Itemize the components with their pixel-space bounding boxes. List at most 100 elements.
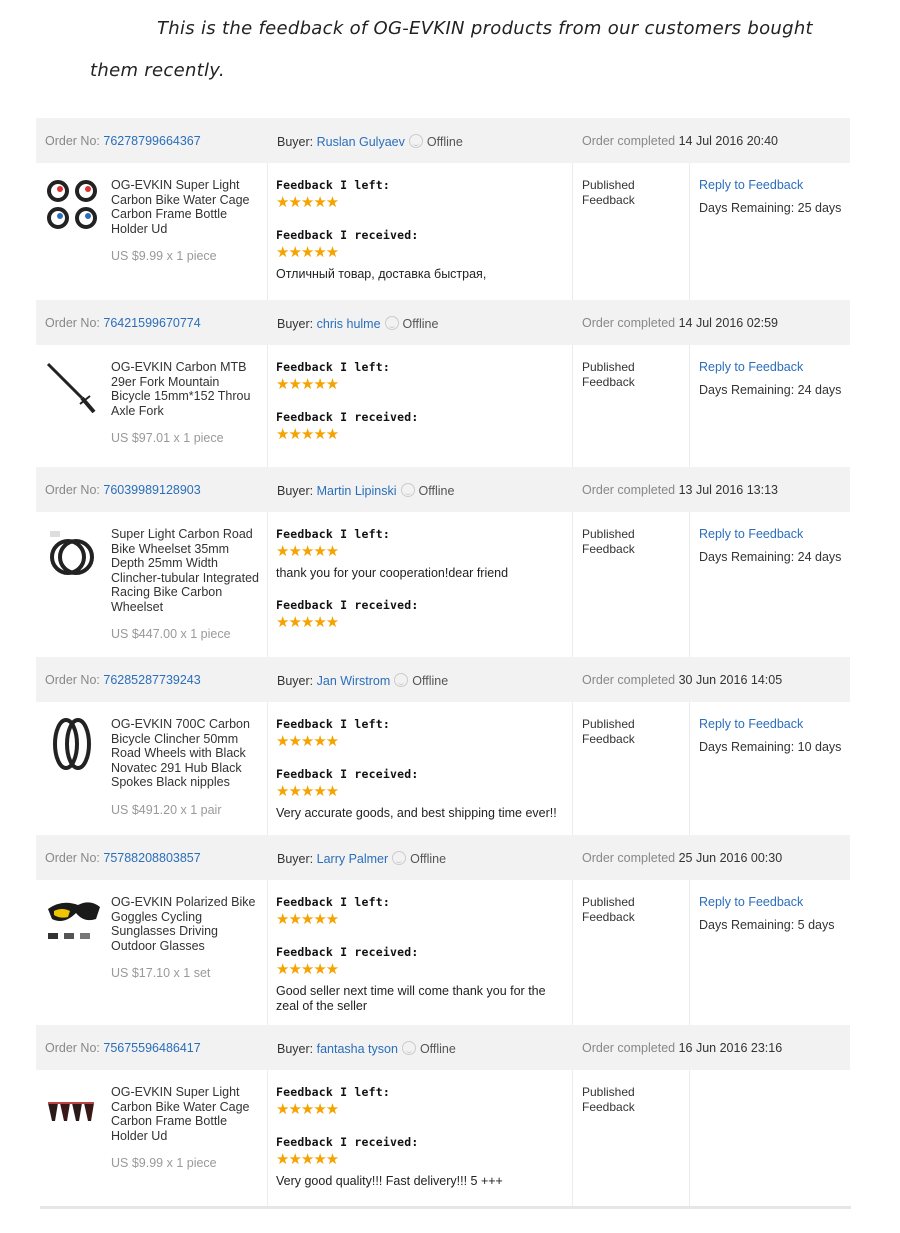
star-rating-received: ★★★★★ bbox=[276, 613, 339, 631]
order-completed: Order completed 16 Jun 2016 23:16 bbox=[582, 1041, 783, 1055]
sunglasses-image[interactable] bbox=[44, 895, 104, 950]
published-status: Published Feedback bbox=[573, 702, 690, 835]
order-body: OG-EVKIN Super Light Carbon Bike Water C… bbox=[36, 1070, 850, 1206]
order-header: Order No: 75788208803857 Buyer: Larry Pa… bbox=[36, 835, 850, 880]
order-number: Order No: 75788208803857 bbox=[45, 851, 201, 865]
star-rating-left: ★★★★★ bbox=[276, 1101, 339, 1118]
order-number: Order No: 76285287739243 bbox=[45, 673, 201, 687]
star-rating-received: ★★★★★ bbox=[276, 1151, 339, 1168]
order-body: OG-EVKIN Super Light Carbon Bike Water C… bbox=[36, 163, 850, 300]
product-price: US $447.00 x 1 piece bbox=[111, 627, 231, 641]
published-status: Published Feedback bbox=[573, 1070, 690, 1206]
feedback-received-label: Feedback I received: bbox=[276, 228, 419, 242]
order-number: Order No: 76421599670774 bbox=[45, 316, 201, 330]
feedback-received-comment: Very good quality!!! Fast delivery!!! 5 … bbox=[276, 1174, 503, 1188]
feedback-left-label: Feedback I left: bbox=[276, 1085, 390, 1099]
feedback-received-label: Feedback I received: bbox=[276, 945, 419, 959]
buyer-name-link[interactable]: fantasha tyson bbox=[317, 1042, 398, 1056]
product-title-link[interactable]: OG-EVKIN Carbon MTB 29er Fork Mountain B… bbox=[111, 360, 259, 418]
published-status: Published Feedback bbox=[573, 880, 690, 1025]
order-number-link[interactable]: 76421599670774 bbox=[103, 316, 200, 330]
feedback-cell: Feedback I left: ★★★★★ Feedback I receiv… bbox=[268, 702, 573, 835]
order-header: Order No: 76278799664367 Buyer: Ruslan G… bbox=[36, 118, 850, 163]
days-remaining: Days Remaining: 5 days bbox=[699, 918, 835, 932]
feedback-left-label: Feedback I left: bbox=[276, 527, 390, 541]
reply-to-feedback-link[interactable]: Reply to Feedback bbox=[699, 895, 850, 909]
order-number-link[interactable]: 75675596486417 bbox=[103, 1041, 200, 1055]
reply-to-feedback-link[interactable]: Reply to Feedback bbox=[699, 717, 850, 731]
star-rating-received: ★★★★★ bbox=[276, 244, 339, 261]
intro-line-2: them recently. bbox=[90, 60, 225, 81]
order-header: Order No: 76039989128903 Buyer: Martin L… bbox=[36, 467, 850, 512]
feedback-cell: Feedback I left: ★★★★★ Feedback I receiv… bbox=[268, 163, 573, 300]
order-completed: Order completed 14 Jul 2016 20:40 bbox=[582, 134, 778, 148]
order-item: Order No: 76285287739243 Buyer: Jan Wirs… bbox=[36, 657, 850, 835]
chat-smiley-icon[interactable] bbox=[401, 1041, 416, 1055]
product-title-link[interactable]: OG-EVKIN Super Light Carbon Bike Water C… bbox=[111, 178, 259, 236]
days-remaining: Days Remaining: 10 days bbox=[699, 740, 842, 754]
buyer-info: Buyer: Ruslan Gulyaev Offline bbox=[277, 134, 463, 149]
star-rating-left: ★★★★★ bbox=[276, 543, 339, 560]
order-number-link[interactable]: 76039989128903 bbox=[103, 483, 200, 497]
order-body: OG-EVKIN Carbon MTB 29er Fork Mountain B… bbox=[36, 345, 850, 467]
product-price: US $9.99 x 1 piece bbox=[111, 1156, 217, 1170]
buyer-status: Offline bbox=[418, 484, 455, 498]
wheels-image[interactable] bbox=[44, 717, 104, 772]
order-number-link[interactable]: 76285287739243 bbox=[103, 673, 200, 687]
product-title-link[interactable]: OG-EVKIN Polarized Bike Goggles Cycling … bbox=[111, 895, 259, 953]
buyer-status: Offline bbox=[402, 317, 439, 331]
star-rating-left: ★★★★★ bbox=[276, 911, 339, 928]
star-rating-left: ★★★★★ bbox=[276, 194, 339, 211]
published-status: Published Feedback bbox=[573, 512, 690, 657]
feedback-left-label: Feedback I left: bbox=[276, 360, 390, 374]
intro-line-1: This is the feedback of OG-EVKIN product… bbox=[157, 18, 813, 39]
saddles-image[interactable] bbox=[44, 1085, 104, 1140]
buyer-name-link[interactable]: Ruslan Gulyaev bbox=[317, 135, 405, 149]
wheelset-image[interactable] bbox=[44, 527, 104, 582]
bike-fork-image[interactable] bbox=[44, 360, 104, 415]
chat-smiley-icon[interactable] bbox=[408, 134, 423, 148]
chat-smiley-icon[interactable] bbox=[384, 316, 399, 330]
product-title-link[interactable]: Super Light Carbon Road Bike Wheelset 35… bbox=[111, 527, 259, 614]
product-cell: OG-EVKIN Super Light Carbon Bike Water C… bbox=[36, 163, 268, 300]
product-cell: Super Light Carbon Road Bike Wheelset 35… bbox=[36, 512, 268, 657]
order-item: Order No: 76278799664367 Buyer: Ruslan G… bbox=[36, 118, 850, 300]
feedback-left-comment: thank you for your cooperation!dear frie… bbox=[276, 566, 509, 580]
feedback-left-label: Feedback I left: bbox=[276, 178, 390, 192]
order-number-link[interactable]: 76278799664367 bbox=[103, 134, 200, 148]
chat-smiley-icon[interactable] bbox=[394, 673, 409, 687]
reply-to-feedback-link[interactable]: Reply to Feedback bbox=[699, 360, 850, 374]
days-remaining: Days Remaining: 24 days bbox=[699, 550, 842, 564]
buyer-name-link[interactable]: Jan Wirstrom bbox=[317, 674, 391, 688]
published-status: Published Feedback bbox=[573, 345, 690, 467]
buyer-name-link[interactable]: Martin Lipinski bbox=[317, 484, 397, 498]
chat-smiley-icon[interactable] bbox=[392, 851, 407, 865]
buyer-name-link[interactable]: chris hulme bbox=[317, 317, 381, 331]
feedback-received-comment: Отличный товар, доставка быстрая, bbox=[276, 267, 487, 281]
reply-cell: Reply to Feedback Days Remaining: 24 day… bbox=[690, 345, 850, 467]
reply-to-feedback-link[interactable]: Reply to Feedback bbox=[699, 178, 850, 192]
reply-cell: Reply to Feedback Days Remaining: 5 days bbox=[690, 880, 850, 1025]
order-number: Order No: 76039989128903 bbox=[45, 483, 201, 497]
product-price: US $9.99 x 1 piece bbox=[111, 249, 217, 263]
star-rating-left: ★★★★★ bbox=[276, 376, 339, 393]
feedback-cell: Feedback I left: ★★★★★ Feedback I receiv… bbox=[268, 1070, 573, 1206]
product-cell: OG-EVKIN Polarized Bike Goggles Cycling … bbox=[36, 880, 268, 1025]
product-title-link[interactable]: OG-EVKIN 700C Carbon Bicycle Clincher 50… bbox=[111, 717, 259, 790]
buyer-status: Offline bbox=[410, 852, 447, 866]
reply-cell bbox=[690, 1070, 850, 1206]
order-number-link[interactable]: 75788208803857 bbox=[103, 851, 200, 865]
order-body: Super Light Carbon Road Bike Wheelset 35… bbox=[36, 512, 850, 657]
order-header: Order No: 75675596486417 Buyer: fantasha… bbox=[36, 1025, 850, 1070]
chat-smiley-icon[interactable] bbox=[400, 483, 415, 497]
reply-cell: Reply to Feedback Days Remaining: 24 day… bbox=[690, 512, 850, 657]
product-title-link[interactable]: OG-EVKIN Super Light Carbon Bike Water C… bbox=[111, 1085, 259, 1143]
product-cell: OG-EVKIN 700C Carbon Bicycle Clincher 50… bbox=[36, 702, 268, 835]
reply-to-feedback-link[interactable]: Reply to Feedback bbox=[699, 527, 850, 541]
order-completed: Order completed 13 Jul 2016 13:13 bbox=[582, 483, 778, 497]
order-number: Order No: 75675596486417 bbox=[45, 1041, 201, 1055]
water-bottle-cages-image[interactable] bbox=[44, 178, 104, 233]
feedback-cell: Feedback I left: ★★★★★ Feedback I receiv… bbox=[268, 345, 573, 467]
reply-cell: Reply to Feedback Days Remaining: 10 day… bbox=[690, 702, 850, 835]
buyer-name-link[interactable]: Larry Palmer bbox=[317, 852, 389, 866]
